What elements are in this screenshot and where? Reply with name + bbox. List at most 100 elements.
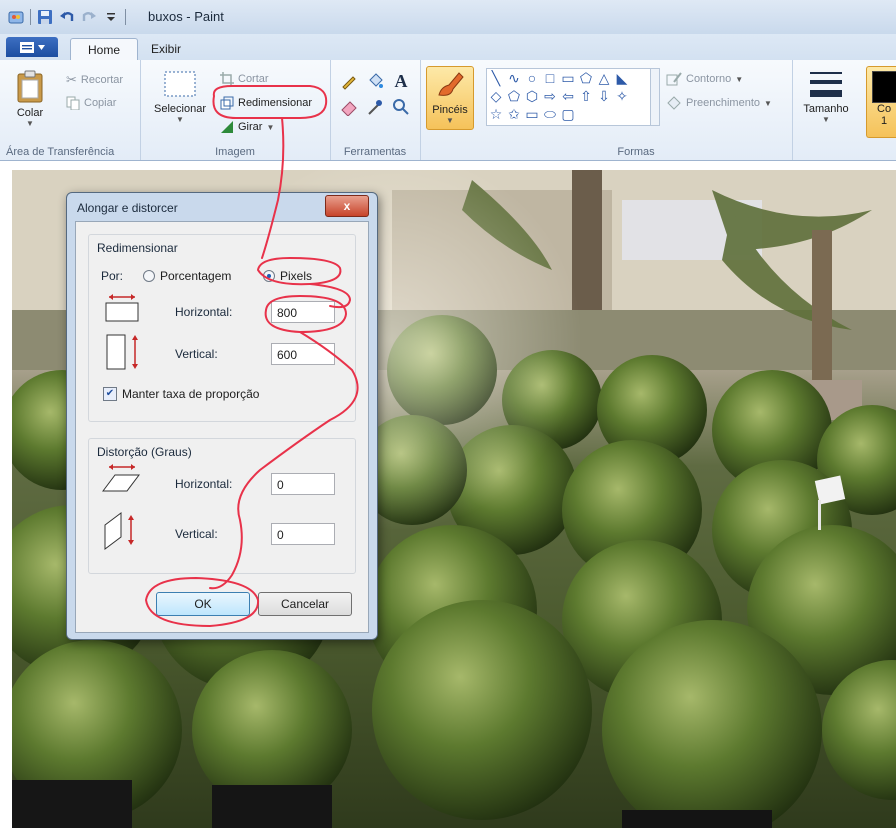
crop-label: Cortar xyxy=(238,73,269,85)
shape-pentagon[interactable]: ⬠ xyxy=(505,87,523,105)
checkmark-icon: ✔ xyxy=(103,387,117,401)
chevron-down-icon: ▼ xyxy=(176,115,184,124)
crop-icon xyxy=(220,72,234,86)
paste-button[interactable]: Colar ▼ xyxy=(12,70,48,128)
shape-four-point-star[interactable]: ✧ xyxy=(613,87,631,105)
ribbon-tab-row: Home Exibir xyxy=(0,34,896,61)
shapes-gallery[interactable]: ╲ ∿ ○ □ ▭ ⬠ △ ◣ ◇ ⬠ ⬡ ⇨ ⇦ ⇧ ⇩ ✧ ☆ ✩ ▭ ⬭ … xyxy=(486,68,652,126)
close-icon: x xyxy=(343,199,351,213)
radio-indicator xyxy=(143,270,155,282)
ok-button[interactable]: OK xyxy=(156,592,250,616)
horizontal-resize-icon xyxy=(105,294,139,322)
cut-button[interactable]: ✂ Recortar xyxy=(66,72,123,88)
shape-six-point-star[interactable]: ✩ xyxy=(505,105,523,123)
shape-rounded-rectangle[interactable]: ▭ xyxy=(559,69,577,87)
shape-hexagon[interactable]: ⬡ xyxy=(523,87,541,105)
dialog-close-button[interactable]: x xyxy=(325,195,369,217)
shape-cloud-callout[interactable]: ▢ xyxy=(559,105,577,123)
select-icon xyxy=(164,71,196,97)
save-icon[interactable] xyxy=(37,9,53,25)
skew-horizontal-input[interactable]: 0 xyxy=(271,473,335,495)
pixels-radio[interactable]: Pixels xyxy=(263,269,312,283)
tab-home[interactable]: Home xyxy=(70,38,138,61)
by-label: Por: xyxy=(101,269,124,283)
chevron-down-icon: ▼ xyxy=(735,74,744,84)
dialog-body: Redimensionar Por: Porcentagem Pixels Ho… xyxy=(75,221,369,633)
cancel-button[interactable]: Cancelar xyxy=(258,592,352,616)
chevron-down-icon: ▼ xyxy=(764,98,772,108)
size-button[interactable]: Tamanho ▼ xyxy=(796,68,856,124)
shapes-scrollbar[interactable] xyxy=(650,68,660,126)
shape-curve[interactable]: ∿ xyxy=(505,69,523,87)
radio-indicator xyxy=(263,270,275,282)
copy-button[interactable]: Copiar xyxy=(66,96,116,110)
window-title: buxos - Paint xyxy=(148,9,224,24)
copy-label: Copiar xyxy=(84,97,117,109)
skew-horizontal-label: Horizontal: xyxy=(175,477,233,491)
pencil-icon[interactable] xyxy=(338,70,360,92)
outline-button[interactable]: Contorno ▼ xyxy=(666,72,743,86)
chevron-down-icon: ▼ xyxy=(26,119,34,128)
skew-vertical-label: Vertical: xyxy=(175,527,218,541)
rotate-button[interactable]: Girar ▼ xyxy=(220,120,274,134)
vertical-skew-icon xyxy=(104,512,134,550)
resize-icon xyxy=(220,96,234,110)
file-menu-button[interactable] xyxy=(6,37,58,57)
toolbar-separator xyxy=(30,9,31,25)
tools-grid: A xyxy=(338,70,418,118)
fill-bucket-icon[interactable] xyxy=(364,70,386,92)
paint-app-icon[interactable] xyxy=(8,9,24,25)
shape-oval-callout[interactable]: ⬭ xyxy=(541,105,559,123)
ribbon: Colar ▼ ✂ Recortar Copiar Área de Transf… xyxy=(0,60,896,161)
resize-legend: Redimensionar xyxy=(97,241,178,255)
text-tool-icon[interactable]: A xyxy=(390,70,412,92)
shape-five-point-star[interactable]: ☆ xyxy=(487,105,505,123)
resize-vertical-input[interactable]: 600 xyxy=(271,343,335,365)
shape-rectangle[interactable]: □ xyxy=(541,69,559,87)
shape-diamond[interactable]: ◇ xyxy=(487,87,505,105)
resize-vertical-label: Vertical: xyxy=(175,347,218,361)
magnifier-icon[interactable] xyxy=(390,96,412,118)
customize-toolbar-icon[interactable] xyxy=(103,9,119,25)
fill-button[interactable]: Preenchimento ▼ xyxy=(666,96,772,110)
select-label: Selecionar xyxy=(154,103,206,115)
paste-icon xyxy=(17,70,43,103)
brushes-button[interactable]: Pincéis ▼ xyxy=(426,66,474,130)
eraser-icon[interactable] xyxy=(338,96,360,118)
shape-line[interactable]: ╲ xyxy=(487,69,505,87)
percentage-radio[interactable]: Porcentagem xyxy=(143,269,231,283)
shape-triangle[interactable]: △ xyxy=(595,69,613,87)
image-group: Selecionar ▼ Cortar Redimensionar Girar … xyxy=(140,60,331,160)
size-label: Tamanho xyxy=(803,103,849,115)
clipboard-group-label: Área de Transferência xyxy=(6,146,115,158)
resize-button[interactable]: Redimensionar xyxy=(220,96,312,110)
shape-callout[interactable]: ▭ xyxy=(523,105,541,123)
resize-horizontal-label: Horizontal: xyxy=(175,305,233,319)
redo-icon[interactable] xyxy=(81,9,97,25)
undo-icon[interactable] xyxy=(59,9,75,25)
resize-horizontal-input[interactable]: 800 xyxy=(271,301,335,323)
shape-right-triangle[interactable]: ◣ xyxy=(613,69,631,87)
toolbar-separator xyxy=(125,9,126,25)
cut-label: Recortar xyxy=(80,74,124,86)
shape-up-arrow[interactable]: ⇧ xyxy=(577,87,595,105)
skew-vertical-input[interactable]: 0 xyxy=(271,523,335,545)
shape-polygon[interactable]: ⬠ xyxy=(577,69,595,87)
shape-down-arrow[interactable]: ⇩ xyxy=(595,87,613,105)
paste-label: Colar xyxy=(16,107,44,119)
shape-oval[interactable]: ○ xyxy=(523,69,541,87)
crop-button[interactable]: Cortar xyxy=(220,72,269,86)
chevron-down-icon xyxy=(37,44,45,50)
color1-index: 1 xyxy=(881,115,888,127)
copy-icon xyxy=(66,96,80,110)
shape-left-arrow[interactable]: ⇦ xyxy=(559,87,577,105)
keep-ratio-checkbox[interactable]: ✔ Manter taxa de proporção xyxy=(103,387,259,401)
select-button[interactable]: Selecionar ▼ xyxy=(150,70,210,124)
rotate-icon xyxy=(221,121,233,133)
shape-right-arrow[interactable]: ⇨ xyxy=(541,87,559,105)
tab-view[interactable]: Exibir xyxy=(144,38,188,60)
quick-access-toolbar xyxy=(8,9,126,25)
color1-button[interactable]: Co 1 xyxy=(866,66,896,138)
color-picker-icon[interactable] xyxy=(364,96,386,118)
dialog-title: Alongar e distorcer xyxy=(77,201,178,215)
